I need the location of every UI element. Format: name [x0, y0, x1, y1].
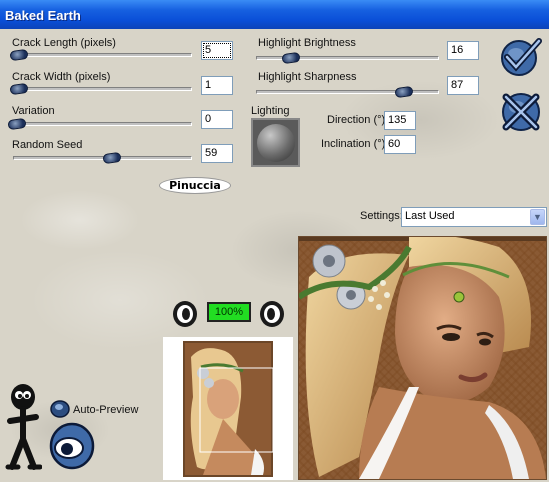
highlight-brightness-field[interactable]: 16: [447, 41, 479, 60]
navigator-preview[interactable]: [163, 337, 293, 480]
chevron-down-icon[interactable]: ▼: [530, 209, 545, 225]
variation-slider[interactable]: [13, 122, 192, 126]
crack-length-field[interactable]: 5: [201, 41, 233, 60]
inclination-label: Inclination (°): [321, 138, 386, 150]
filter-dialog: Baked Earth Crack Length (pixels) 5 Crac…: [0, 0, 549, 482]
title-bar: Baked Earth: [0, 0, 549, 29]
zoom-in-button[interactable]: [259, 300, 285, 328]
random-seed-field[interactable]: 59: [201, 144, 233, 163]
lighting-sphere[interactable]: [257, 124, 295, 162]
crack-length-label: Crack Length (pixels): [12, 37, 116, 49]
preview-eye-button[interactable]: [49, 422, 95, 470]
settings-dropdown[interactable]: Last Used ▼: [401, 207, 547, 227]
result-preview[interactable]: [297, 235, 547, 480]
pinuccia-watermark: Pinuccia: [159, 177, 231, 194]
settings-label: Settings:: [360, 210, 403, 222]
zoom-out-icon: [173, 301, 197, 327]
toggle-button-icon: [50, 400, 70, 418]
window-title: Baked Earth: [5, 8, 81, 23]
eye-icon: [49, 422, 95, 470]
direction-field[interactable]: 135: [384, 111, 416, 130]
cancel-x-icon: [502, 93, 540, 131]
auto-preview-toggle[interactable]: [50, 399, 70, 419]
highlight-sharpness-label: Highlight Sharpness: [258, 71, 357, 83]
zoom-out-button[interactable]: [172, 300, 198, 328]
crack-length-slider-thumb[interactable]: [9, 48, 29, 62]
auto-preview-label: Auto-Preview: [73, 404, 139, 416]
ok-button[interactable]: [499, 37, 543, 77]
crack-width-slider[interactable]: [13, 87, 192, 91]
highlight-brightness-label: Highlight Brightness: [258, 37, 356, 49]
crack-width-field[interactable]: 1: [201, 76, 233, 95]
random-seed-slider-thumb[interactable]: [102, 151, 122, 165]
variation-slider-thumb[interactable]: [7, 117, 27, 131]
lighting-label: Lighting: [251, 105, 290, 117]
checkmark-icon: [501, 38, 542, 76]
random-seed-label: Random Seed: [12, 139, 83, 151]
variation-label: Variation: [12, 105, 55, 117]
result-preview-image: [297, 235, 546, 479]
direction-label: Direction (°): [327, 114, 386, 126]
zoom-in-icon: [260, 301, 284, 327]
crack-width-slider-thumb[interactable]: [9, 82, 29, 96]
cancel-button[interactable]: [500, 91, 544, 133]
settings-selected-value: Last Used: [405, 210, 455, 222]
crack-width-label: Crack Width (pixels): [12, 71, 111, 83]
crack-length-slider[interactable]: [13, 53, 192, 57]
inclination-field[interactable]: 60: [384, 135, 416, 154]
highlight-sharpness-field[interactable]: 87: [447, 76, 479, 95]
highlight-brightness-slider-thumb[interactable]: [281, 51, 301, 65]
zoom-level-readout: 100%: [207, 302, 251, 322]
highlight-sharpness-slider-thumb[interactable]: [394, 85, 414, 99]
lighting-sphere-picker[interactable]: [251, 118, 300, 167]
variation-field[interactable]: 0: [201, 110, 233, 129]
mascot-figure-icon: [4, 383, 43, 471]
navigator-thumbnail-image: [183, 341, 274, 477]
